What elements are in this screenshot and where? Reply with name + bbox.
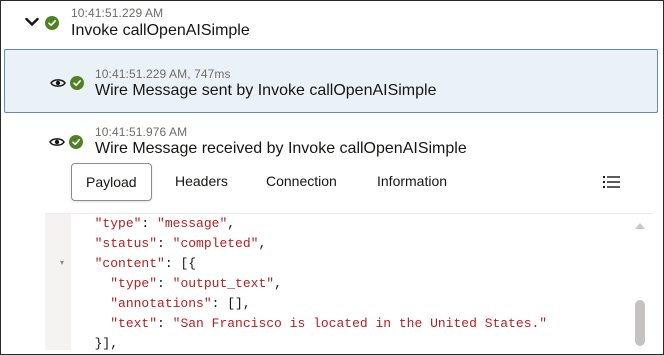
code-end: , (227, 216, 236, 231)
tab-connection[interactable]: Connection (266, 163, 337, 201)
code-key: "status" (94, 236, 158, 251)
step-timestamp: 10:41:51.229 AM (71, 6, 164, 20)
code-value: "message" (157, 216, 228, 231)
code-value: "San Francisco is located in the United … (172, 316, 548, 331)
check-circle-icon (70, 76, 84, 90)
code-line: "annotations": [], (79, 294, 547, 314)
fold-toggle-icon[interactable]: ▾ (60, 258, 64, 267)
check-circle-icon (69, 135, 83, 149)
code-key: "content" (94, 256, 165, 271)
code-end: [], (227, 296, 251, 311)
code-lines: "type": "message", "status": "completed"… (79, 214, 548, 350)
code-value: "output_text" (172, 276, 275, 291)
code-line: "text": "San Francisco is located in the… (79, 314, 547, 334)
activity-stream-panel: 10:41:51.229 AM Invoke callOpenAISimple … (0, 0, 664, 355)
code-sep: : (211, 296, 228, 311)
step-wire-message-sent[interactable]: 10:41:51.229 AM, 747ms Wire Message sent… (4, 49, 658, 113)
code-key: "type" (94, 216, 142, 231)
step-title: Wire Message sent by Invoke callOpenAISi… (95, 82, 437, 99)
code-line: "content": [{ (79, 254, 547, 274)
step-title: Invoke callOpenAISimple (71, 22, 250, 39)
code-end: [{ (180, 256, 197, 271)
check-circle-icon (45, 16, 59, 30)
code-scrollbar[interactable] (629, 213, 651, 350)
code-key: "text" (110, 316, 158, 331)
tab-information[interactable]: Information (377, 163, 447, 201)
code-end: }], (94, 336, 119, 350)
list-icon[interactable] (603, 175, 623, 191)
step-timestamp: 10:41:51.229 AM, 747ms (95, 67, 231, 81)
eye-icon[interactable] (50, 77, 66, 89)
code-key: "annotations" (110, 296, 212, 311)
code-sep: : (157, 236, 173, 251)
detail-tabs: Payload Headers Connection Information (71, 163, 641, 201)
code-end: , (274, 276, 282, 291)
step-timestamp: 10:41:51.976 AM (95, 125, 188, 139)
code-line: "status": "completed", (79, 234, 547, 254)
code-line: "type": "output_text", (79, 274, 547, 294)
scroll-thumb[interactable] (635, 300, 645, 346)
code-key: "type" (110, 276, 158, 291)
code-sep: : (164, 256, 181, 271)
code-line: }], (79, 334, 547, 350)
step-title: Wire Message received by Invoke callOpen… (95, 140, 467, 157)
code-sep: : (157, 316, 173, 331)
tab-payload[interactable]: Payload (71, 163, 152, 201)
tab-headers[interactable]: Headers (175, 163, 228, 201)
code-gutter: ▾ (45, 214, 71, 350)
step-invoke[interactable]: 10:41:51.229 AM Invoke callOpenAISimple (1, 1, 663, 49)
chevron-down-icon[interactable] (25, 15, 39, 29)
eye-icon[interactable] (49, 136, 65, 148)
code-value: "completed" (172, 236, 259, 251)
code-line: "type": "message", (79, 214, 547, 234)
code-sep: : (157, 276, 173, 291)
code-end: , (258, 236, 267, 251)
payload-code-viewer[interactable]: ▾ "type": "message", "status": "complete… (45, 213, 653, 350)
code-sep: : (141, 216, 158, 231)
scroll-up-icon[interactable] (635, 223, 645, 229)
